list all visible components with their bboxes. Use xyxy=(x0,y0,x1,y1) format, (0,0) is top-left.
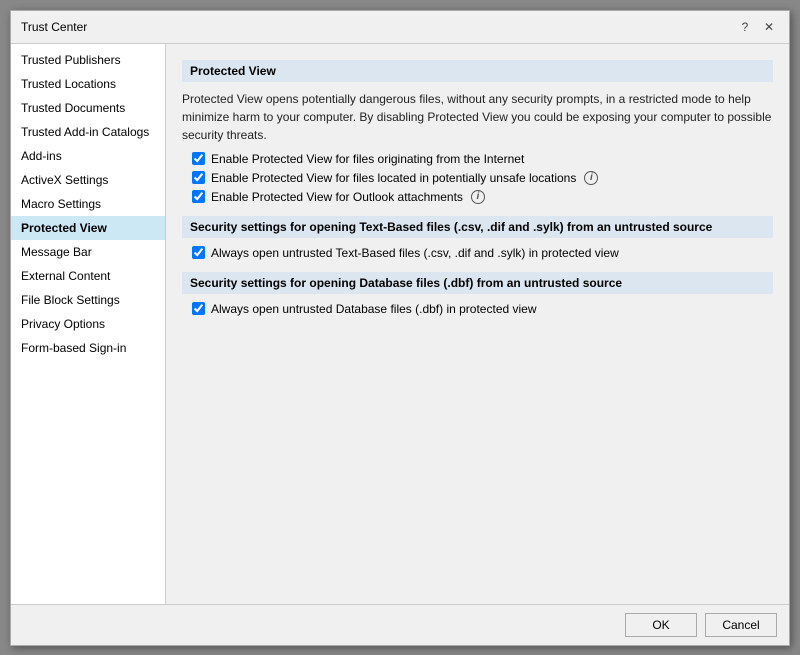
checkbox-cb4[interactable] xyxy=(192,246,205,259)
checkbox-cb3[interactable] xyxy=(192,190,205,203)
section3-header: Security settings for opening Database f… xyxy=(182,272,773,294)
sidebar-item-add-ins[interactable]: Add-ins xyxy=(11,144,165,168)
checkbox-label-cb3[interactable]: Enable Protected View for Outlook attach… xyxy=(211,190,463,204)
protected-view-description: Protected View opens potentially dangero… xyxy=(182,90,773,144)
dialog-title: Trust Center xyxy=(21,20,87,34)
info-icon-cb3[interactable]: i xyxy=(471,190,485,204)
checkbox-label-cb2[interactable]: Enable Protected View for files located … xyxy=(211,171,576,185)
sidebar-item-protected-view[interactable]: Protected View xyxy=(11,216,165,240)
sidebar-item-activex-settings[interactable]: ActiveX Settings xyxy=(11,168,165,192)
checkbox-label-cb5[interactable]: Always open untrusted Database files (.d… xyxy=(211,302,537,316)
cancel-button[interactable]: Cancel xyxy=(705,613,777,637)
sidebar-item-trusted-addin-catalogs[interactable]: Trusted Add-in Catalogs xyxy=(11,120,165,144)
checkbox-cb5[interactable] xyxy=(192,302,205,315)
checkbox-row-cb3: Enable Protected View for Outlook attach… xyxy=(192,190,773,204)
checkbox-row-cb2: Enable Protected View for files located … xyxy=(192,171,773,185)
help-button[interactable]: ? xyxy=(735,17,755,37)
checkbox-row-cb5: Always open untrusted Database files (.d… xyxy=(192,302,773,316)
checkbox-label-cb1[interactable]: Enable Protected View for files originat… xyxy=(211,152,524,166)
sidebar-item-privacy-options[interactable]: Privacy Options xyxy=(11,312,165,336)
main-content: Protected View Protected View opens pote… xyxy=(166,44,789,604)
sidebar: Trusted PublishersTrusted LocationsTrust… xyxy=(11,44,166,604)
sidebar-item-trusted-publishers[interactable]: Trusted Publishers xyxy=(11,48,165,72)
sidebar-item-external-content[interactable]: External Content xyxy=(11,264,165,288)
sidebar-item-trusted-documents[interactable]: Trusted Documents xyxy=(11,96,165,120)
sidebar-item-trusted-locations[interactable]: Trusted Locations xyxy=(11,72,165,96)
sidebar-item-macro-settings[interactable]: Macro Settings xyxy=(11,192,165,216)
section2-header: Security settings for opening Text-Based… xyxy=(182,216,773,238)
trust-center-dialog: Trust Center ? ✕ Trusted PublishersTrust… xyxy=(10,10,790,646)
checkbox-row-cb4: Always open untrusted Text-Based files (… xyxy=(192,246,773,260)
dialog-body: Trusted PublishersTrusted LocationsTrust… xyxy=(11,44,789,604)
sidebar-item-message-bar[interactable]: Message Bar xyxy=(11,240,165,264)
info-icon-cb2[interactable]: i xyxy=(584,171,598,185)
protected-view-header: Protected View xyxy=(182,60,773,82)
ok-button[interactable]: OK xyxy=(625,613,697,637)
sidebar-item-file-block-settings[interactable]: File Block Settings xyxy=(11,288,165,312)
sidebar-item-form-based-sign-in[interactable]: Form-based Sign-in xyxy=(11,336,165,360)
checkbox-row-cb1: Enable Protected View for files originat… xyxy=(192,152,773,166)
close-button[interactable]: ✕ xyxy=(759,17,779,37)
title-bar-controls: ? ✕ xyxy=(735,17,779,37)
checkbox-label-cb4[interactable]: Always open untrusted Text-Based files (… xyxy=(211,246,619,260)
checkbox-cb1[interactable] xyxy=(192,152,205,165)
title-bar: Trust Center ? ✕ xyxy=(11,11,789,44)
dialog-footer: OK Cancel xyxy=(11,604,789,645)
checkbox-cb2[interactable] xyxy=(192,171,205,184)
